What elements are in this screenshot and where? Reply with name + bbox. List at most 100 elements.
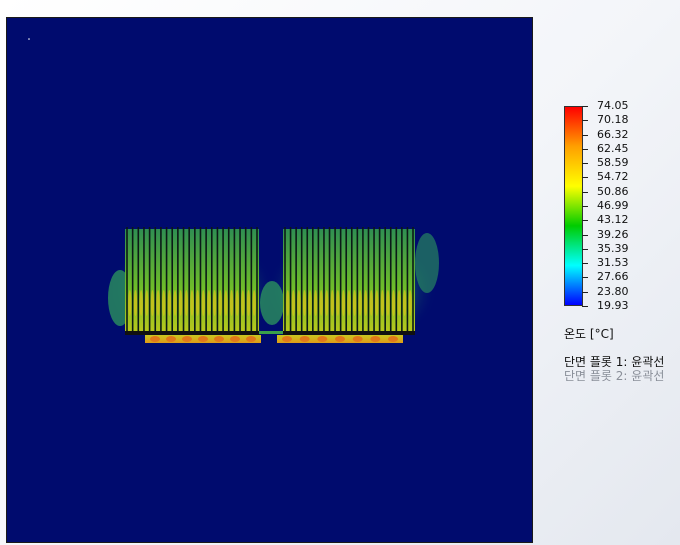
scale-tick-label: 23.80 [597,284,629,298]
fin-hot-core [330,290,334,316]
heat-glow-right-edge [415,233,439,293]
scale-tick-label: 46.99 [597,199,629,212]
hot-spot [166,336,176,342]
fin-hot-core [375,290,379,316]
fin-hot-core [241,290,245,316]
hot-spot [352,336,363,342]
fin-hot-core [325,290,329,316]
scale-tick-label: 35.39 [597,241,629,255]
fin-hot-core [213,290,217,316]
fin-hot-core [408,290,412,316]
fin-hot-core [207,290,211,316]
fin-hot-core [308,290,312,316]
fin-hot-core [179,290,183,316]
fin-hot-core [336,290,340,316]
heat-sink-left-base [125,331,259,335]
scale-tick-mark [582,148,588,150]
scale-tick-mark [582,277,588,279]
fin-hot-core [341,290,346,316]
scale-tick-label: 39.26 [597,227,629,241]
hot-spot [335,336,345,342]
scale-tick-mark [582,306,588,307]
heat-glow-center [260,281,284,325]
fin-hot-core [347,290,351,316]
fin-hot-core [190,290,194,316]
fin-hot-core [286,290,290,316]
scale-tick-mark [582,134,588,136]
fin-hot-core [224,290,228,316]
fin-hot-core [358,290,362,316]
fin-hot-core [297,290,301,316]
fin-hot-core [403,290,407,316]
scale-tick-label: 58.59 [597,156,629,170]
scale-tick-mark [582,177,588,179]
scale-tick-mark [582,234,588,236]
fin-hot-core [150,290,155,316]
simulation-viewport[interactable] [6,17,533,543]
scale-tick-label: 62.45 [597,141,629,155]
scale-tick-label: 70.18 [597,113,629,127]
scale-tick-label: 31.53 [597,256,629,270]
hot-spot [246,336,256,342]
fin-hot-core [218,290,222,316]
hot-spot [182,336,192,342]
section-plot-2-label[interactable]: 단면 플롯 2: 윤곽선 [564,367,664,384]
hot-spot [230,336,240,342]
heat-sink-right-fins [283,229,415,333]
scale-tick-mark [582,106,588,107]
scale-tick-mark [582,263,588,265]
hot-spot [282,336,292,342]
color-scale-bar [564,106,583,306]
scale-tick-label: 66.32 [597,127,629,141]
fin-hot-core [386,290,390,316]
fin-hot-core [196,290,200,316]
color-legend: 74.05 70.18 66.32 62.45 58.59 54.72 50.86 46.99… [560,100,678,390]
scale-tick-label: 43.12 [597,213,629,227]
fin-hot-core [391,290,396,316]
fin-hot-core [397,290,401,316]
fin-hot-core [133,290,138,316]
scale-tick-label: 54.72 [597,170,629,184]
fin-hot-core [139,290,143,316]
heat-sink-right-base [283,331,415,335]
fin-hot-core [319,290,323,316]
heat-sink-left-fins [125,229,259,333]
scale-tick-label: 19.93 [597,299,629,312]
fin-hot-core [352,290,357,316]
hot-spot [299,336,310,342]
fin-hot-core [380,290,384,316]
fin-hot-core [369,290,373,316]
fin-hot-core [246,290,251,316]
fin-hot-core [173,290,177,316]
scale-tick-mark [582,120,588,122]
fin-hot-core [229,290,234,316]
scale-tick-label: 50.86 [597,184,629,198]
fin-hot-core [291,290,295,316]
hot-spot [388,336,398,342]
scale-tick-mark [582,291,588,293]
scale-tick-mark [582,163,588,165]
hot-spot [214,336,224,342]
fin-hot-core [364,290,368,316]
fin-hot-core [162,290,166,316]
fin-hot-core [128,290,132,316]
fin-hot-core [201,290,205,316]
fin-hot-core [252,290,256,316]
fin-hot-core [314,290,318,316]
fin-hot-core [145,290,149,316]
scale-tick-mark [582,191,588,193]
hot-spot [370,336,381,342]
hot-spots [150,336,398,342]
axis-origin-marker [28,38,30,40]
scale-tick-mark [582,248,588,250]
fin-hot-core [184,290,188,316]
gap-connector [259,331,283,334]
fin-hot-core [156,290,160,316]
scale-tick-mark [582,220,588,222]
fin-hot-core [235,290,239,316]
hot-spot [198,336,208,342]
temperature-contour-plot [28,38,439,348]
hot-spot [317,336,328,342]
fin-hot-core [302,290,307,316]
scale-tick-label: 74.05 [597,99,629,112]
